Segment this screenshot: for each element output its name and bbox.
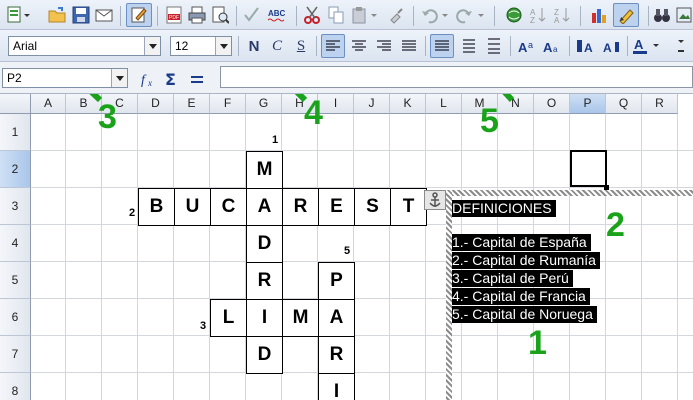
function-wizard-icon[interactable]: fx: [138, 68, 160, 90]
open-folder-icon[interactable]: [47, 4, 67, 26]
svg-text:A: A: [518, 40, 528, 54]
svg-text:Σ: Σ: [165, 70, 176, 88]
underline-button[interactable]: S: [291, 35, 311, 57]
equals-icon[interactable]: [187, 68, 207, 90]
email-document-icon[interactable]: [94, 4, 114, 26]
svg-text:ABC: ABC: [268, 9, 286, 18]
svg-text:A: A: [603, 41, 612, 54]
align-right-button[interactable]: [373, 35, 395, 57]
chevron-down-icon[interactable]: [215, 37, 231, 55]
spellcheck-icon[interactable]: [242, 4, 262, 26]
align-center-button[interactable]: [348, 35, 370, 57]
decrease-font-icon[interactable]: Aa: [541, 35, 563, 57]
formatting-toolbar: Arial 12 N C S Aa Aa A A A: [0, 30, 693, 62]
svg-text:A: A: [543, 40, 553, 54]
annotation-arrows: [89, 94, 515, 103]
cut-icon[interactable]: [302, 4, 322, 26]
chevron-down-icon[interactable]: [144, 37, 160, 55]
justify-button[interactable]: [398, 35, 420, 57]
svg-text:A: A: [584, 41, 593, 54]
line-spacing-1-button[interactable]: [430, 34, 454, 58]
svg-text:A: A: [554, 16, 560, 24]
name-box[interactable]: P2: [2, 68, 128, 88]
chart-icon[interactable]: [588, 4, 610, 26]
new-document-icon[interactable]: [4, 4, 32, 26]
svg-text:Z: Z: [530, 16, 535, 24]
paragraph-a-icon[interactable]: A: [575, 35, 597, 57]
print-preview-icon[interactable]: [210, 4, 230, 26]
italic-button[interactable]: C: [267, 35, 287, 57]
clone-formatting-icon[interactable]: [386, 4, 408, 26]
chevron-down-icon[interactable]: [111, 69, 127, 87]
sum-icon[interactable]: Σ: [162, 68, 182, 90]
svg-text:A: A: [634, 37, 644, 52]
formula-bar: P2 fx Σ: [0, 62, 693, 94]
font-color-icon[interactable]: A: [631, 35, 665, 57]
svg-text:a: a: [553, 45, 558, 54]
annotation-1: 1: [528, 324, 547, 362]
standard-toolbar: PDF ABC AZ ZA: [0, 0, 693, 30]
show-draw-functions-icon[interactable]: [613, 3, 639, 27]
svg-text:a: a: [528, 40, 533, 50]
line-spacing-2-button[interactable]: [482, 35, 504, 57]
annotation-2: 2: [606, 206, 625, 244]
character-a-icon[interactable]: A: [600, 35, 622, 57]
font-size-combo[interactable]: 12: [170, 36, 232, 56]
annotation-4: 4: [304, 94, 323, 132]
spreadsheet-grid[interactable]: ABCDEFGHIJKLMNOPQR 12345678 1 2 3 5 BUCA…: [0, 94, 693, 400]
annotation-3: 3: [98, 98, 117, 136]
line-spacing-15-button[interactable]: [457, 35, 479, 57]
bold-button[interactable]: N: [244, 35, 264, 57]
save-icon[interactable]: [71, 4, 91, 26]
export-pdf-icon[interactable]: PDF: [164, 4, 184, 26]
print-icon[interactable]: [187, 4, 207, 26]
paste-icon[interactable]: [350, 4, 380, 26]
svg-text:f: f: [141, 73, 147, 88]
font-size-value: 12: [175, 39, 189, 53]
undo-icon[interactable]: [419, 4, 451, 26]
find-binoculars-icon[interactable]: [652, 4, 672, 26]
edit-file-icon[interactable]: [126, 3, 152, 27]
align-left-button[interactable]: [321, 34, 345, 58]
formula-input[interactable]: [220, 66, 693, 88]
svg-text:PDF: PDF: [169, 15, 179, 21]
font-name-value: Arial: [13, 39, 38, 53]
toolbar-overflow-icon[interactable]: [672, 36, 690, 58]
redo-icon[interactable]: [455, 4, 487, 26]
font-name-combo[interactable]: Arial: [8, 36, 161, 56]
gallery-icon[interactable]: [675, 4, 693, 26]
sort-ascending-icon[interactable]: AZ: [528, 4, 548, 26]
increase-font-icon[interactable]: Aa: [516, 35, 538, 57]
cell-reference: P2: [7, 71, 22, 85]
svg-text:x: x: [147, 78, 152, 88]
sort-descending-icon[interactable]: ZA: [552, 4, 572, 26]
navigator-icon[interactable]: [504, 4, 524, 26]
autospellcheck-icon[interactable]: ABC: [266, 4, 290, 26]
copy-icon[interactable]: [326, 4, 346, 26]
annotation-5: 5: [480, 102, 499, 140]
